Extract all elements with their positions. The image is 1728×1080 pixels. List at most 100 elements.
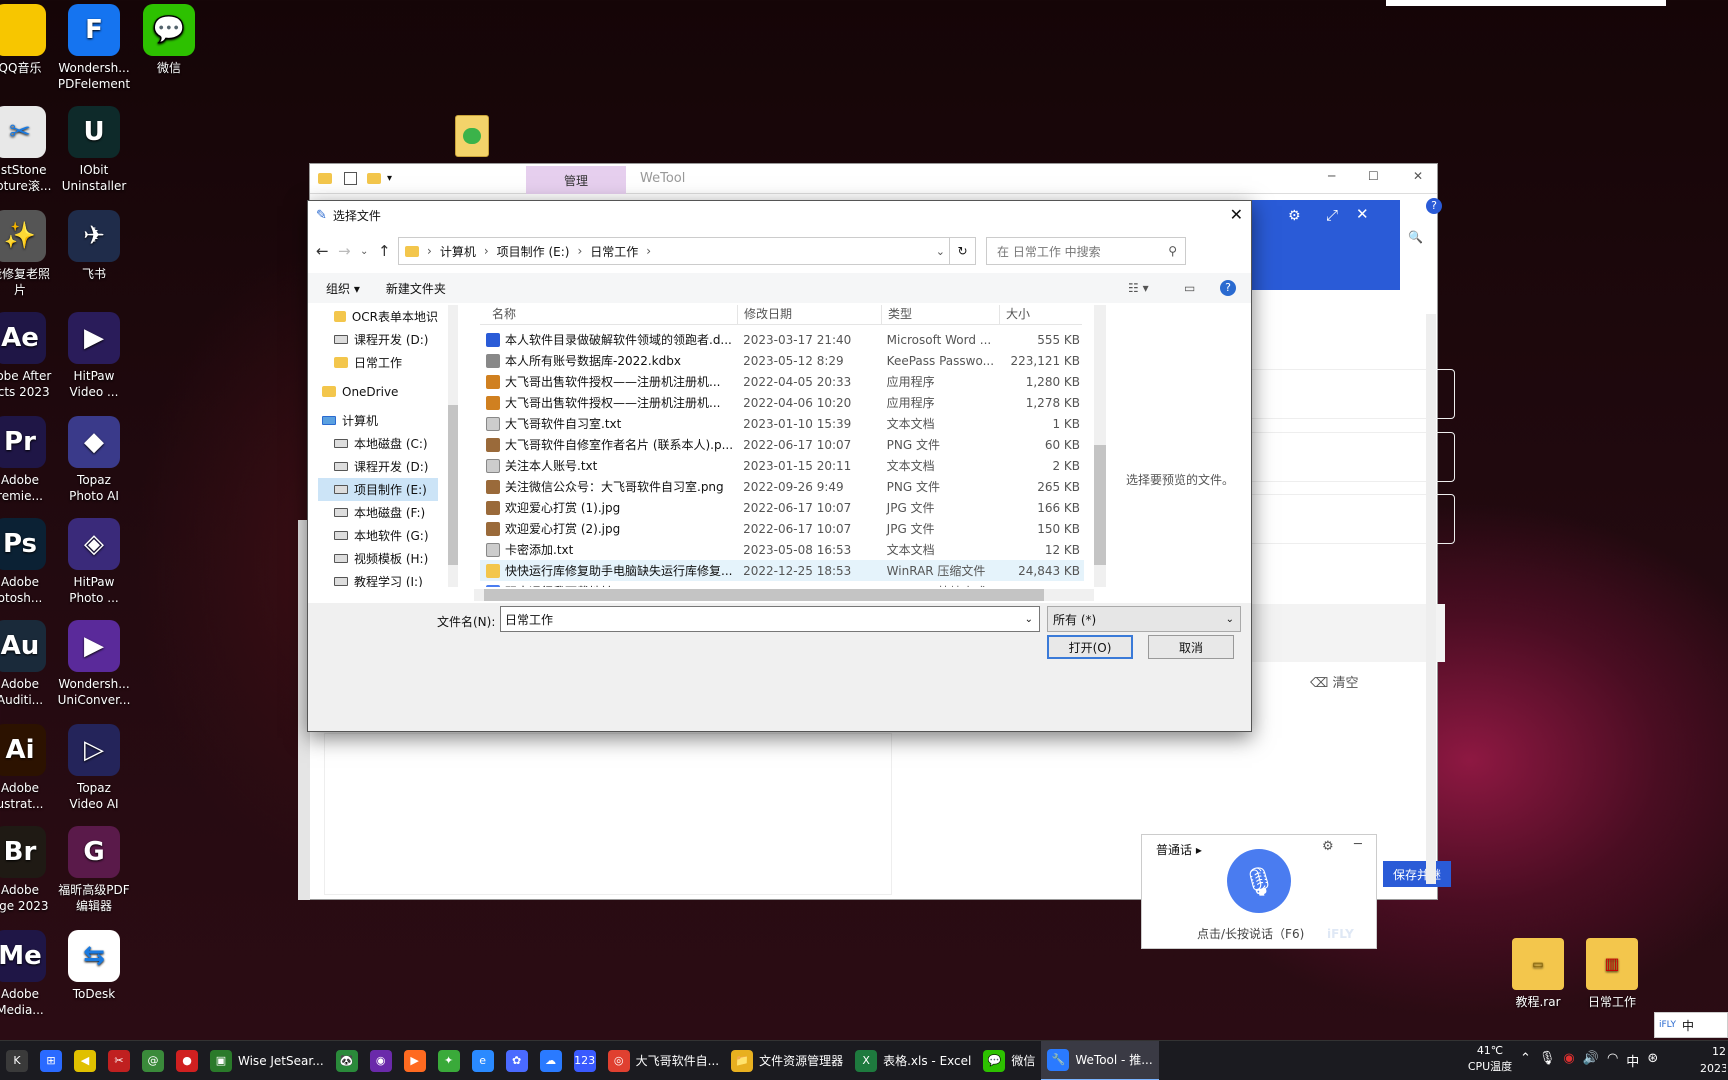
taskbar-item[interactable]: e [466,1041,500,1080]
column-size[interactable]: 大小 [1000,305,1078,324]
forward-icon[interactable]: → [338,242,360,260]
nav-item[interactable]: 课程开发 (D:) [318,328,438,351]
taskbar-item[interactable]: 🔧 WeTool - 推... [1041,1040,1159,1080]
refresh-icon[interactable]: ↻ [949,238,975,264]
maximize-button[interactable]: ☐ [1368,169,1379,183]
minimize-icon[interactable]: ─ [1354,837,1362,852]
save-send-button[interactable]: 保存并继 [1383,861,1451,887]
volume-icon[interactable]: 🔊 [1583,1051,1599,1070]
cancel-button[interactable]: 取消 [1148,635,1234,659]
ime-indicator[interactable]: 中 [1626,1051,1639,1070]
file-row[interactable]: 本人软件目录做破解软件领域的领跑者.d... 2023-03-17 21:40 Mi… [480,329,1084,350]
chevron-down-icon[interactable]: ⌄ [1226,614,1234,625]
breadcrumb-computer[interactable]: 计算机 [440,243,476,260]
record-icon[interactable]: ◉ [1563,1051,1574,1070]
recent-dropdown-icon[interactable]: ⌄ [360,246,378,257]
file-row[interactable]: 欢迎爱心打赏 (2).jpg 2022-06-17 10:07 JPG 文件 150 … [480,518,1084,539]
file-row[interactable]: 大飞哥出售软件授权——注册机注册机... 2022-04-05 20:33 应用程序… [480,371,1084,392]
scrollbar[interactable] [1426,314,1436,884]
filename-input[interactable]: 日常工作 ⌄ [500,606,1040,632]
desktop-icon[interactable]: ◈ HitPaw Photo ... [52,518,136,606]
close-icon[interactable]: ✕ [1230,205,1243,224]
nav-item[interactable]: 课程开发 (D:) [318,455,438,478]
breadcrumb-drive-e[interactable]: 项目制作 (E:) [497,243,570,260]
file-row[interactable]: 本人所有账号数据库-2022.kdbx 2023-05-12 8:29 KeePas… [480,350,1084,371]
taskbar-item[interactable]: ✂ [102,1041,136,1080]
ime-status-bar[interactable]: iFLY 中 [1654,1012,1728,1038]
file-row[interactable]: 大飞哥软件自习室.txt 2023-01-10 15:39 文本文档 1 KB [480,413,1084,434]
maximize-icon[interactable]: ⤢ [1326,206,1338,224]
taskbar-item[interactable]: 💬 微信 [977,1041,1041,1080]
nav-scrollbar[interactable] [448,305,458,587]
column-name[interactable]: 名称 [480,305,738,324]
file-row[interactable]: 快快运行库修复助手电脑缺失运行库修复... 2022-12-25 18:53 Win… [480,560,1084,581]
taskbar-item[interactable]: X 表格.xls - Excel [849,1041,977,1080]
taskbar-item[interactable]: ● [170,1041,204,1080]
file-scrollbar[interactable] [1094,305,1106,587]
ime-icon[interactable]: ⊛ [1647,1051,1658,1070]
search-input[interactable]: 在 日常工作 中搜索 [997,243,1101,260]
desktop-icon-daily-work[interactable]: ▥ 日常工作 [1570,938,1654,1010]
desktop-icon[interactable]: G 福昕高级PDF 编辑器 [52,826,136,914]
file-row[interactable]: 双击运行我下载地址 2023-03-11 13:29Internet 快捷方式1 … [480,581,1084,587]
taskbar-item[interactable]: ◉ [364,1041,398,1080]
desktop-icon[interactable]: F Wondersh... PDFelement [52,4,136,92]
nav-item[interactable]: 项目制作 (E:) [318,478,438,501]
microphone-icon[interactable]: 🎙 [1539,1051,1556,1070]
desktop-icon[interactable]: ▶ HitPaw Video ... [52,312,136,400]
up-icon[interactable]: ↑ [378,242,398,260]
help-icon[interactable]: ? [1220,280,1236,296]
scrollbar-thumb[interactable] [1094,445,1106,565]
breadcrumb-daily-work[interactable]: 日常工作 [590,243,638,260]
input-area[interactable] [1223,604,1445,662]
taskbar-item[interactable]: 📁 文件资源管理器 [725,1041,849,1080]
gear-icon[interactable]: ⚙ [1322,839,1334,854]
minimize-button[interactable]: ─ [1328,169,1335,183]
search-icon[interactable]: 🔍 [1408,230,1423,244]
taskbar-item[interactable]: 🐼 [330,1041,364,1080]
desktop-icon[interactable]: ◆ Topaz Photo AI [52,416,136,504]
address-bar[interactable]: › 计算机 › 项目制作 (E:) › 日常工作 › ⌄ ↻ [398,237,976,265]
nav-item[interactable]: OneDrive [318,380,438,403]
desktop-icon[interactable]: 💬 微信 [127,4,211,76]
search-icon[interactable]: ⚲ [1168,244,1177,258]
wifi-icon[interactable]: ◠ [1607,1051,1618,1070]
close-button[interactable]: ✕ [1413,169,1423,183]
file-row[interactable]: 关注本人账号.txt 2023-01-15 20:11 文本文档 2 KB [480,455,1084,476]
nav-item[interactable]: OCR表单本地识 [318,305,438,328]
back-icon[interactable]: ← [316,242,338,260]
file-row[interactable]: 欢迎爱心打赏 (1).jpg 2022-06-17 10:07 JPG 文件 166 … [480,497,1084,518]
cpu-temp-widget[interactable]: 41℃ CPU温度 [1460,1043,1520,1075]
file-type-select[interactable]: 所有 (*) ⌄ [1047,606,1241,632]
search-box[interactable]: 在 日常工作 中搜索 ⚲ [986,237,1186,265]
voice-mode-select[interactable]: 普通话 ▸ [1156,841,1202,858]
desktop-icon[interactable]: ⇆ ToDesk [52,930,136,1002]
organize-menu[interactable]: 组织 ▾ [326,280,360,297]
tab-manage[interactable]: 管理 [526,166,626,194]
taskbar-item[interactable]: ☁ [534,1041,568,1080]
chevron-down-icon[interactable]: ⌄ [936,245,945,258]
desktop-icon[interactable]: ▷ Topaz Video AI [52,724,136,812]
taskbar-item[interactable]: ▶ [398,1041,432,1080]
scrollbar-thumb[interactable] [484,589,1044,601]
preview-pane-icon[interactable]: ▭ [1184,281,1195,295]
view-options-icon[interactable]: ☷ ▾ [1128,281,1149,295]
taskbar-item[interactable]: ◎ 大飞哥软件自... [602,1041,725,1080]
taskbar-item[interactable]: ✿ [500,1041,534,1080]
column-type[interactable]: 类型 [882,305,1000,324]
taskbar-item[interactable]: ⊞ [34,1041,68,1080]
nav-item[interactable]: 本地磁盘 (F:) [318,501,438,524]
desktop-icon[interactable]: ✈ 飞书 [52,210,136,282]
taskbar-item[interactable]: @ [136,1041,170,1080]
nav-item[interactable]: 本地磁盘 (C:) [318,432,438,455]
file-row[interactable]: 卡密添加.txt 2023-05-08 16:53 文本文档 12 KB [480,539,1084,560]
file-row[interactable]: 关注微信公众号：大飞哥软件自习室.png 2022-09-26 9:49 PNG 文… [480,476,1084,497]
taskbar-item[interactable]: ▣ Wise JetSear... [204,1041,330,1080]
nav-item[interactable]: 计算机 [318,409,438,432]
wechat-folder-icon[interactable] [455,115,489,157]
taskbar-item[interactable]: ◀ [68,1041,102,1080]
gear-icon[interactable]: ⚙ [1288,208,1301,224]
nav-item[interactable]: 视频模板 (H:) [318,547,438,570]
file-row[interactable]: 大飞哥出售软件授权——注册机注册机... 2022-04-06 10:20 应用程序… [480,392,1084,413]
microphone-button[interactable]: 🎙 [1227,849,1291,913]
